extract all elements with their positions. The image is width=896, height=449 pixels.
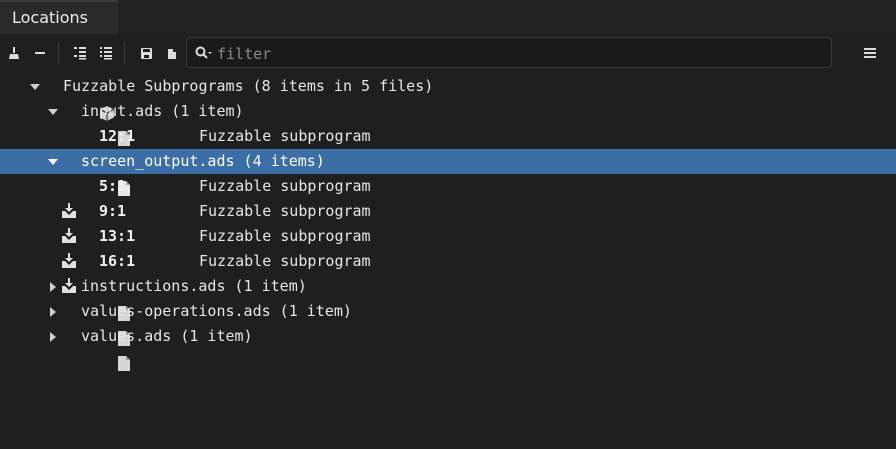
menu-icon[interactable]: [860, 43, 880, 63]
expand-all-icon[interactable]: [70, 43, 90, 63]
tree-row-message[interactable]: 12:1 Fuzzable subprogram: [0, 124, 896, 168]
file-label: values-operations.ads (1 item): [81, 302, 352, 320]
expander-collapsed-icon[interactable]: [46, 274, 60, 299]
expander-expanded-icon[interactable]: [46, 149, 60, 174]
message-text: Fuzzable subprogram: [199, 227, 371, 245]
tree-row-file-selected[interactable]: screen_output.ads (4 items): [0, 149, 896, 196]
toolbar-separator: [58, 42, 59, 64]
expander-collapsed-icon[interactable]: [46, 299, 60, 324]
tab-locations[interactable]: Locations: [0, 0, 118, 34]
message-text: Fuzzable subprogram: [199, 252, 371, 270]
tree-row-category[interactable]: Fuzzable Subprograms (8 items in 5 files…: [0, 74, 896, 121]
tree-row-message[interactable]: 16:1 Fuzzable subprogram: [0, 249, 896, 293]
expander-expanded-icon[interactable]: [46, 99, 60, 124]
fuzz-action-icon[interactable]: [6, 202, 77, 243]
save-icon[interactable]: [136, 43, 156, 63]
toolbar-separator: [124, 42, 125, 64]
category-label: Fuzzable Subprograms (8 items in 5 files…: [63, 77, 434, 95]
expander-collapsed-icon[interactable]: [46, 324, 60, 349]
tree-row-file[interactable]: values-operations.ads (1 item): [0, 299, 896, 346]
remove-icon[interactable]: [30, 43, 50, 63]
file-icon: [64, 104, 131, 146]
fuzz-action-icon[interactable]: [6, 127, 77, 168]
file-icon: [64, 279, 131, 321]
file-icon: [64, 304, 131, 346]
expander-expanded-icon[interactable]: [28, 74, 42, 99]
message-location: 16:1: [99, 252, 136, 270]
file-label: values.ads (1 item): [81, 327, 253, 345]
fuzz-action-icon[interactable]: [6, 177, 77, 218]
tree-row-file[interactable]: input.ads (1 item): [0, 99, 896, 146]
message-location: 13:1: [99, 227, 136, 245]
fuzz-action-icon[interactable]: [6, 227, 77, 268]
locations-tree: Fuzzable Subprograms (8 items in 5 files…: [0, 74, 896, 371]
file-label: screen_output.ads (4 items): [81, 152, 325, 170]
message-location: 12:1: [99, 127, 136, 145]
copy-icon[interactable]: [162, 43, 182, 63]
file-label: input.ads (1 item): [81, 102, 244, 120]
toolbar: [0, 34, 896, 72]
category-cube-icon: [46, 79, 115, 121]
tree-row-message[interactable]: 5:1 Fuzzable subprogram: [0, 174, 896, 218]
file-label: instructions.ads (1 item): [81, 277, 307, 295]
fuzz-action-icon[interactable]: [6, 252, 77, 293]
file-icon: [64, 329, 131, 371]
collapse-all-icon[interactable]: [96, 43, 116, 63]
message-text: Fuzzable subprogram: [199, 127, 371, 145]
filter-input[interactable]: [215, 41, 819, 66]
message-location: 9:1: [99, 202, 127, 220]
clear-broom-icon[interactable]: [4, 43, 24, 63]
filter-field[interactable]: [186, 37, 832, 68]
tab-bar: Locations: [0, 0, 896, 34]
message-location: 5:1: [99, 177, 127, 195]
tree-row-message[interactable]: 9:1 Fuzzable subprogram: [0, 199, 896, 243]
search-icon[interactable]: [195, 45, 213, 64]
message-text: Fuzzable subprogram: [199, 202, 371, 220]
tree-row-message[interactable]: 13:1 Fuzzable subprogram: [0, 224, 896, 268]
file-icon: [64, 154, 131, 196]
message-text: Fuzzable subprogram: [199, 177, 371, 195]
tree-row-file[interactable]: values.ads (1 item): [0, 324, 896, 371]
tree-row-file[interactable]: instructions.ads (1 item): [0, 274, 896, 321]
